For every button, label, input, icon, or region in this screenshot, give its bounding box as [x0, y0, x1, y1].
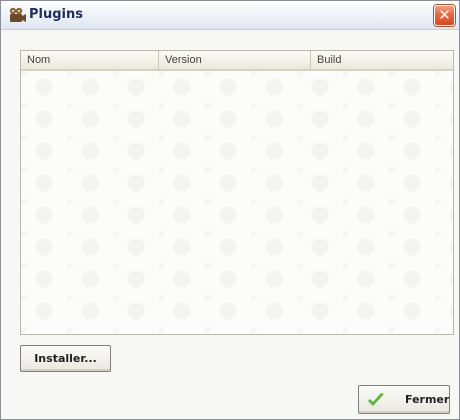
plugins-list[interactable]: Nom Version Build	[20, 50, 454, 335]
install-button[interactable]: Installer...	[20, 345, 111, 372]
plugins-dialog: Plugins ✕ Nom Version Build Installer...…	[0, 0, 460, 420]
dialog-content: Nom Version Build Installer... Fermer	[1, 30, 459, 419]
list-header: Nom Version Build	[21, 51, 453, 71]
close-icon: ✕	[438, 6, 451, 24]
list-body[interactable]	[21, 71, 453, 334]
close-window-button[interactable]: ✕	[434, 5, 455, 26]
title-bar[interactable]: Plugins ✕	[1, 1, 459, 30]
column-header-name[interactable]: Nom	[21, 51, 159, 69]
close-button[interactable]: Fermer	[358, 385, 450, 414]
window-title: Plugins	[29, 7, 83, 22]
close-button-label: Fermer	[405, 393, 450, 406]
column-header-build[interactable]: Build	[311, 51, 453, 69]
column-header-version[interactable]: Version	[159, 51, 311, 69]
checkmark-icon	[367, 392, 385, 408]
film-camera-icon	[9, 6, 27, 24]
